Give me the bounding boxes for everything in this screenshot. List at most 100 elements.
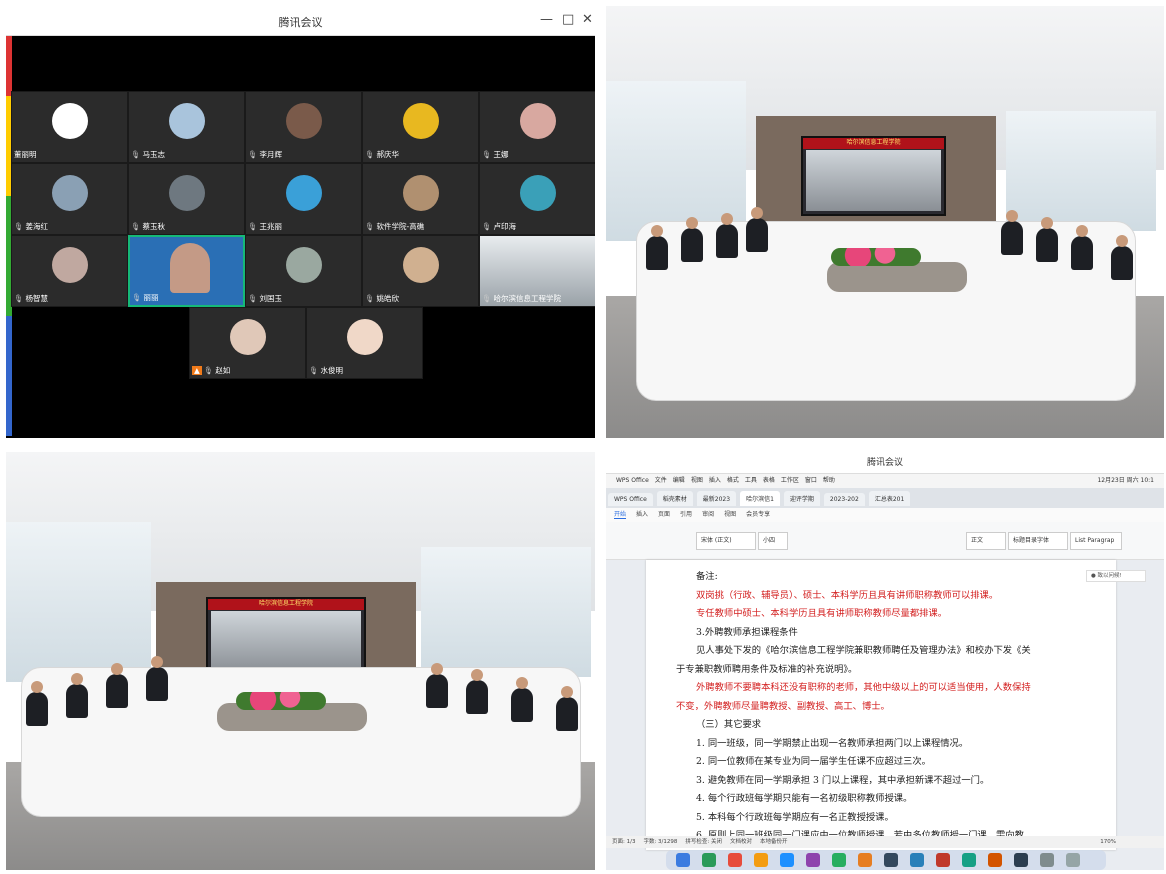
participant-tile[interactable]: 🎙 刘国玉 <box>245 235 362 307</box>
microphone-icon[interactable]: 🎙 <box>248 150 258 159</box>
participant-name-text: 郝庆华 <box>376 150 400 159</box>
ribbon-tab[interactable]: 引用 <box>680 511 692 518</box>
dock-app-icon[interactable] <box>962 853 976 867</box>
participant-tile[interactable]: 🎙 郝庆华 <box>362 91 479 163</box>
ribbon-tab[interactable]: 页面 <box>658 511 670 518</box>
participant-tile[interactable]: 🎙 马玉志 <box>128 91 245 163</box>
microphone-icon[interactable]: 🎙 <box>365 150 375 159</box>
microphone-icon[interactable]: 🎙 <box>14 294 24 303</box>
font-name-select[interactable]: 宋体 (正文) <box>696 532 756 550</box>
participant-tile[interactable]: 🎙 姚皓欣 <box>362 235 479 307</box>
participant-name-text: 丽丽 <box>143 293 159 302</box>
mac-dock <box>666 850 1106 870</box>
microphone-icon[interactable]: 🎙 <box>248 294 258 303</box>
participant-tile[interactable]: 🎙 杨智慧 <box>11 235 128 307</box>
dock-app-icon[interactable] <box>1040 853 1054 867</box>
menu-item[interactable]: WPS Office <box>616 477 649 484</box>
menu-item[interactable]: 帮助 <box>823 477 835 484</box>
participant-tile[interactable]: 🎙 蔡玉秋 <box>128 163 245 235</box>
menu-item[interactable]: 窗口 <box>805 477 817 484</box>
dock-app-icon[interactable] <box>676 853 690 867</box>
conference-room-photo-1: 哈尔滨信息工程学院 <box>606 6 1164 438</box>
microphone-icon[interactable]: 🎙 <box>365 222 375 231</box>
microphone-icon[interactable]: 🎙 <box>131 222 141 231</box>
dock-app-icon[interactable] <box>728 853 742 867</box>
document-line: 3.外聘教师承担课程条件 <box>696 626 798 638</box>
participant-tile[interactable]: 🎙 卢印海 <box>479 163 595 235</box>
style-heading[interactable]: 标题目录字体 <box>1008 532 1068 550</box>
menu-item[interactable]: 文件 <box>655 477 667 484</box>
close-button[interactable]: ✕ <box>582 12 593 27</box>
document-page[interactable]: 备注: 双岗挑（行政、辅导员）、硕士、本科学历且具有讲师职称教师可以排课。 专任教师… <box>646 560 1116 850</box>
document-tab[interactable]: 汇总表201 <box>868 491 911 506</box>
dock-app-icon[interactable] <box>1014 853 1028 867</box>
microphone-icon[interactable]: 🎙 <box>482 294 492 303</box>
document-tab[interactable]: 哈尔滨信1 <box>740 491 780 506</box>
dock-app-icon[interactable] <box>1066 853 1080 867</box>
document-tab[interactable]: 最新2023 <box>696 491 737 506</box>
dock-app-icon[interactable] <box>884 853 898 867</box>
dock-app-icon[interactable] <box>988 853 1002 867</box>
dock-app-icon[interactable] <box>754 853 768 867</box>
meeting-titlebar: 腾讯会议 — □ ✕ <box>6 6 595 36</box>
menu-item[interactable]: 格式 <box>727 477 739 484</box>
dock-app-icon[interactable] <box>832 853 846 867</box>
microphone-icon[interactable]: 🎙 <box>14 222 24 231</box>
document-line: 外聘教师不要聘本科还没有职称的老师，其他中级以上的可以适当使用，人数保持 <box>696 682 1031 693</box>
menu-item[interactable]: 编辑 <box>673 477 685 484</box>
menu-item[interactable]: 视图 <box>691 477 703 484</box>
ribbon-tab[interactable]: 插入 <box>636 511 648 518</box>
participant-tile[interactable]: 董丽明 <box>11 91 128 163</box>
document-tab[interactable]: 迎评学期 <box>783 491 820 506</box>
microphone-icon[interactable]: 🎙 <box>131 150 141 159</box>
participant-avatar <box>52 247 88 283</box>
microphone-icon[interactable]: 🎙 <box>248 222 258 231</box>
document-tab[interactable]: 2023-202 <box>823 493 865 506</box>
room-screen: 哈尔滨信息工程学院 <box>801 136 946 216</box>
ribbon-tab[interactable]: 开始 <box>614 511 627 519</box>
participant-tile[interactable]: 🎙 水俊明 <box>306 307 423 379</box>
participant-tile[interactable]: 🎙 李月辉 <box>245 91 362 163</box>
document-tab[interactable]: WPS Office <box>608 493 653 506</box>
participant-avatar <box>286 175 322 211</box>
dock-app-icon[interactable] <box>702 853 716 867</box>
menu-item[interactable]: 表格 <box>763 477 775 484</box>
participant-name: 🎙 姚皓欣 <box>365 293 399 304</box>
microphone-icon[interactable]: 🎙 <box>365 294 375 303</box>
participant-tile[interactable]: 🎙 王娜 <box>479 91 595 163</box>
style-normal[interactable]: 正文 <box>966 532 1006 550</box>
menu-item[interactable]: 工具 <box>745 477 757 484</box>
participant-tile[interactable]: 🎙 丽丽 <box>128 235 245 307</box>
ribbon-tab[interactable]: 审阅 <box>702 511 714 518</box>
microphone-icon[interactable]: 🎙 <box>482 150 492 159</box>
participant-tile[interactable]: ▲ 🎙 赵如 <box>189 307 306 379</box>
document-tab[interactable]: 稻壳素材 <box>656 491 693 506</box>
participant-tile[interactable]: 🎙 哈尔滨信息工程学院 <box>479 235 595 307</box>
microphone-icon[interactable]: 🎙 <box>204 366 214 375</box>
dock-app-icon[interactable] <box>910 853 924 867</box>
font-size-select[interactable]: 小四 <box>758 532 788 550</box>
style-list-paragraph[interactable]: List Paragrap <box>1070 532 1122 550</box>
participant-name: 🎙 郝庆华 <box>365 149 399 160</box>
dock-app-icon[interactable] <box>780 853 794 867</box>
zoom-level[interactable]: 170% <box>1100 836 1116 848</box>
participant-avatar <box>52 175 88 211</box>
microphone-icon[interactable]: 🎙 <box>309 366 319 375</box>
ribbon-tab[interactable]: 会员专享 <box>746 511 770 518</box>
minimize-button[interactable]: — <box>540 12 553 27</box>
participant-name-text: 赵如 <box>215 366 231 375</box>
menu-item[interactable]: 工作区 <box>781 477 799 484</box>
participant-tile[interactable]: 🎙 姜海红 <box>11 163 128 235</box>
microphone-icon[interactable]: 🎙 <box>482 222 492 231</box>
participant-name-text: 王兆丽 <box>259 222 283 231</box>
participant-tile[interactable]: 🎙 王兆丽 <box>245 163 362 235</box>
comment-bubble[interactable]: ● 致以问候! <box>1086 570 1146 582</box>
menu-item[interactable]: 插入 <box>709 477 721 484</box>
microphone-icon[interactable]: 🎙 <box>132 293 142 302</box>
dock-app-icon[interactable] <box>806 853 820 867</box>
maximize-button[interactable]: □ <box>562 12 574 27</box>
participant-tile[interactable]: 🎙 软件学院-高礁 <box>362 163 479 235</box>
dock-app-icon[interactable] <box>858 853 872 867</box>
ribbon-tab[interactable]: 视图 <box>724 511 736 518</box>
dock-app-icon[interactable] <box>936 853 950 867</box>
